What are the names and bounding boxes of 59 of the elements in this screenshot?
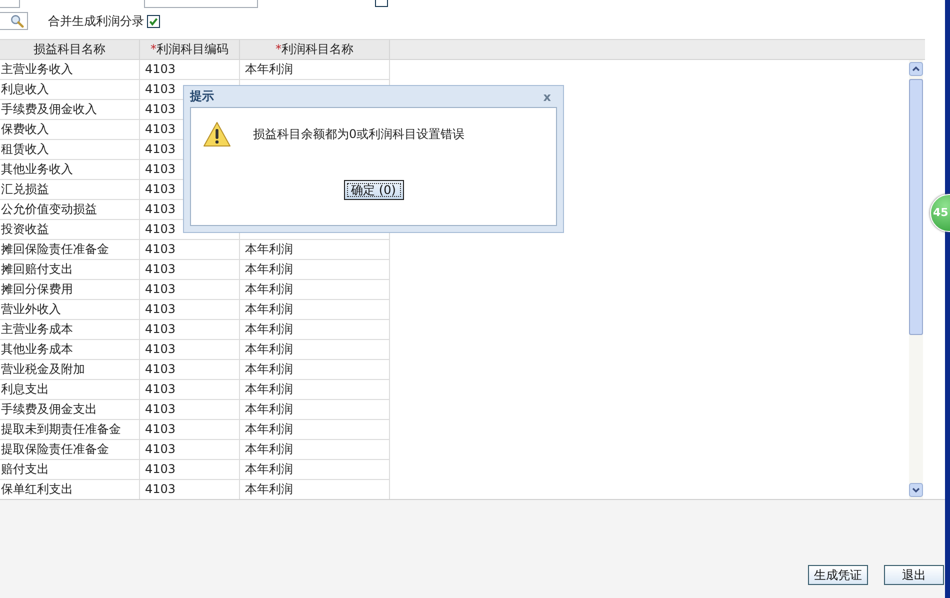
table-cell: 4103 [140, 320, 240, 340]
table-cell: 主营业务成本 [0, 320, 140, 340]
table-cell: 保费收入 [0, 120, 140, 140]
table-cell: 本年利润 [240, 440, 390, 460]
action-button[interactable]: 生成凭证 [808, 565, 868, 585]
table-cell: 4103 [140, 400, 240, 420]
table-cell: 本年利润 [240, 380, 390, 400]
table-cell: 本年利润 [240, 340, 390, 360]
table-cell: 摊回赔付支出 [0, 260, 140, 280]
table-cell: 4103 [140, 280, 240, 300]
table-cell: 利息收入 [0, 80, 140, 100]
table-cell: 主营业务收入 [0, 60, 140, 80]
table-cell: 利息支出 [0, 380, 140, 400]
table-cell: 4103 [140, 360, 240, 380]
table-cell: 本年利润 [240, 460, 390, 480]
scroll-down-icon[interactable] [909, 483, 923, 497]
checkbox-label: 合并生成利润分录 [48, 12, 144, 30]
action-button[interactable]: 退出 [884, 565, 944, 585]
table-cell: 公允价值变动损益 [0, 200, 140, 220]
table-cell: 4103 [140, 420, 240, 440]
table-cell: 4103 [140, 60, 240, 80]
warning-icon [203, 121, 231, 147]
ok-button[interactable]: 确定 (0) [344, 180, 404, 200]
table-cell: 其他业务成本 [0, 340, 140, 360]
table-cell: 提取保险责任准备金 [0, 440, 140, 460]
table-cell: 赔付支出 [0, 460, 140, 480]
table-cell: 本年利润 [240, 400, 390, 420]
table-cell: 本年利润 [240, 300, 390, 320]
table-cell: 摊回分保费用 [0, 280, 140, 300]
table-cell: 投资收益 [0, 220, 140, 240]
table-cell: 营业税金及附加 [0, 360, 140, 380]
table-cell: 4103 [140, 340, 240, 360]
table-cell: 本年利润 [240, 420, 390, 440]
search-field[interactable] [0, 12, 28, 30]
table-cell: 4103 [140, 440, 240, 460]
table-cell: 4103 [140, 460, 240, 480]
table-cell: 本年利润 [240, 280, 390, 300]
table-cell: 本年利润 [240, 320, 390, 340]
scroll-up-icon[interactable] [909, 62, 923, 76]
table-cell: 本年利润 [240, 260, 390, 280]
table-cell: 4103 [140, 380, 240, 400]
table-cell: 4103 [140, 260, 240, 280]
table-cell: 摊回保险责任准备金 [0, 240, 140, 260]
dialog-message: 损益科目余额都为0或利润科目设置错误 [253, 126, 465, 142]
scroll-thumb[interactable] [909, 79, 923, 335]
table-cell: 手续费及佣金收入 [0, 100, 140, 120]
table-cell: 营业外收入 [0, 300, 140, 320]
table-cell: 本年利润 [240, 240, 390, 260]
table-cell: 汇兑损益 [0, 180, 140, 200]
table-cell: 本年利润 [240, 60, 390, 80]
checkbox[interactable] [147, 14, 160, 28]
table-cell: 其他业务收入 [0, 160, 140, 180]
table-cell: 租赁收入 [0, 140, 140, 160]
table-cell: 本年利润 [240, 360, 390, 380]
search-icon [10, 14, 24, 28]
table-cell: 提取未到期责任准备金 [0, 420, 140, 440]
table-cell: 4103 [140, 240, 240, 260]
table-cell: 手续费及佣金支出 [0, 400, 140, 420]
table-cell: 4103 [140, 300, 240, 320]
